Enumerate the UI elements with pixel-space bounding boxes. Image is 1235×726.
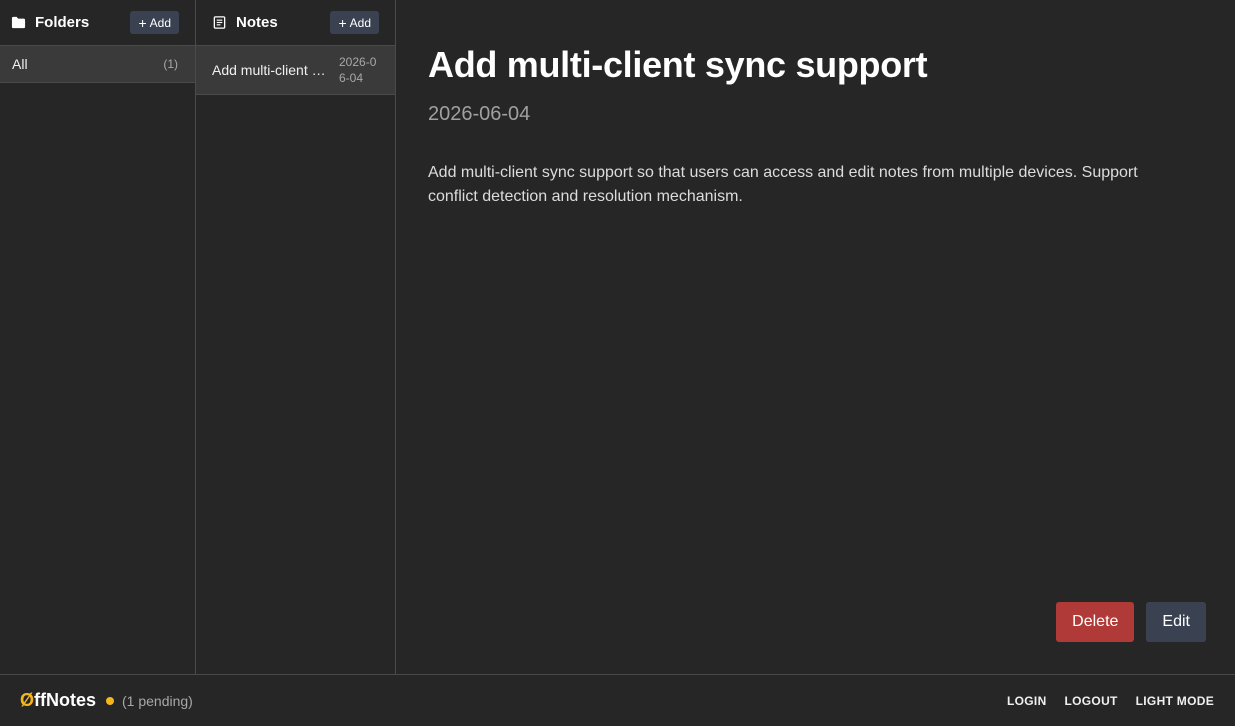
app-logo: ØffNotes	[20, 690, 97, 710]
note-view: Add multi-client sync support 2026-06-04…	[396, 0, 1235, 674]
sync-status: (1 pending)	[122, 692, 193, 709]
footer-nav: LOGIN LOGOUT LIGHT MODE	[1007, 694, 1214, 708]
plus-icon: +	[138, 14, 147, 31]
login-link[interactable]: LOGIN	[1007, 694, 1047, 708]
folder-item-all[interactable]: All (1)	[0, 46, 195, 83]
delete-button[interactable]: Delete	[1056, 602, 1135, 642]
folder-name: All	[12, 56, 28, 72]
add-folder-button[interactable]: + Add	[130, 11, 179, 34]
add-note-label: Add	[349, 15, 371, 30]
note-date: 2026-06-04	[428, 103, 531, 125]
note-list-icon	[212, 15, 227, 30]
light-mode-toggle[interactable]: LIGHT MODE	[1136, 694, 1214, 708]
note-body: Add multi-client sync support so that us…	[428, 164, 1138, 205]
pending-dot-icon	[106, 696, 115, 705]
plus-icon: +	[338, 14, 347, 31]
folder-count: (1)	[163, 57, 178, 71]
notes-title: Notes	[236, 14, 278, 31]
footer: ØffNotes (1 pending) LOGIN LOGOUT LIGHT …	[0, 674, 1235, 726]
folder-icon	[11, 15, 26, 30]
folders-panel: Folders + Add All (1)	[0, 0, 196, 674]
footer-brand: ØffNotes (1 pending)	[20, 690, 193, 711]
list-item[interactable]: Add multi-client sync support 2026-06-04	[196, 46, 395, 95]
notes-panel: Notes + Add Add multi-client sync suppor…	[196, 0, 396, 674]
add-folder-label: Add	[149, 15, 171, 30]
logout-link[interactable]: LOGOUT	[1065, 694, 1118, 708]
note-item-title: Add multi-client sync support	[212, 62, 330, 78]
note-actions: Delete Edit	[1056, 602, 1206, 642]
edit-button[interactable]: Edit	[1146, 602, 1206, 642]
notes-header: Notes + Add	[196, 0, 395, 46]
folders-header: Folders + Add	[0, 0, 195, 46]
add-note-button[interactable]: + Add	[330, 11, 379, 34]
folders-title: Folders	[35, 14, 90, 31]
page-title: Add multi-client sync support	[428, 44, 928, 85]
note-item-date: 2026-06-04	[339, 55, 377, 85]
